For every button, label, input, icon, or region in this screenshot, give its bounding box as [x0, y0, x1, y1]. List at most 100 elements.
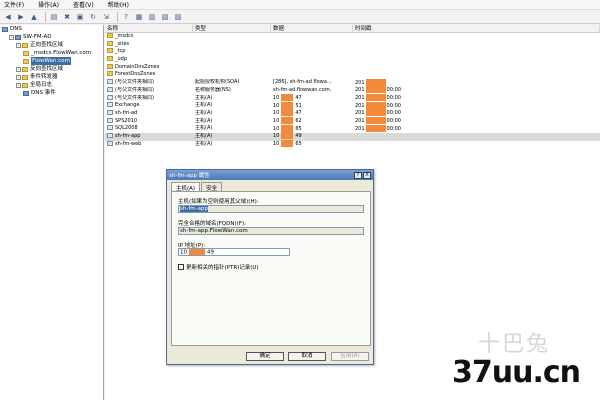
cell-ts-end: 00:00	[386, 95, 401, 101]
cell-name: _udp	[105, 56, 193, 64]
ip-address-field[interactable]: 10 49	[178, 248, 290, 256]
folder-icon	[107, 71, 113, 77]
cell-data-text: 10	[273, 110, 280, 117]
help-button[interactable]: ?	[354, 171, 362, 179]
checkbox-box	[178, 264, 184, 270]
list-row[interactable]: _msdcs	[105, 33, 600, 41]
new-host-icon[interactable]: ▧	[160, 12, 170, 22]
cell-name: DomainDnsZones	[105, 63, 193, 72]
cell-data: [286], sh-fm-ad flowa...	[271, 79, 353, 87]
cell-timestamp: 201 00:00	[353, 124, 600, 134]
menu-item-3[interactable]: 帮助(H)	[108, 0, 129, 9]
cell-name-text: ForestDnsZones	[115, 71, 156, 78]
cell-ts-text: 201	[355, 110, 365, 117]
forward-icon[interactable]: ▶	[16, 12, 26, 22]
tree-item[interactable]: - 条件转发器	[0, 73, 103, 81]
up-icon[interactable]: ▲	[29, 12, 39, 22]
list-row[interactable]: _sites	[105, 40, 600, 49]
cell-data-text: 10	[273, 141, 280, 148]
list-row[interactable]: _udp	[105, 56, 600, 64]
fqdn-field[interactable]: sh-fm-app.FlowWan.com	[178, 227, 364, 235]
tree-item-label: 条件转发器	[30, 74, 58, 80]
expand-toggle-icon[interactable]: -	[16, 66, 21, 72]
tree-item[interactable]: - SW-FM-AD	[0, 33, 103, 41]
cell-type: 主机(A)	[195, 94, 213, 101]
menu-item-0[interactable]: 文件(F)	[4, 0, 24, 9]
ip-octet-1: 10	[180, 249, 187, 256]
cell-name: ForestDnsZones	[105, 71, 193, 79]
dialog-titlebar: sh-fm-app 属性 ? X	[167, 170, 373, 180]
expand-toggle-icon[interactable]: -	[16, 74, 21, 80]
tree-item[interactable]: - 反向查找区域	[0, 65, 103, 73]
redaction-mask	[365, 109, 386, 117]
list-row[interactable]: sh-fm-web 主机(A) 10 65	[105, 140, 600, 149]
close-button[interactable]: X	[363, 171, 371, 179]
properties-dialog: sh-fm-app 属性 ? X 主机(A) 安全 主机(如果为空则使用其父域)…	[166, 169, 374, 365]
column-header-timestamp[interactable]: 时间戳	[353, 25, 600, 32]
toolbar-separator	[45, 11, 46, 22]
expand-toggle-icon[interactable]: -	[16, 82, 21, 88]
menu-item-2[interactable]: 查看(V)	[73, 0, 94, 9]
new-record-icon[interactable]: ▦	[134, 12, 144, 22]
properties-icon[interactable]: ▣	[75, 12, 85, 22]
cell-name: _msdcs	[105, 33, 193, 41]
tree-item[interactable]: DNS 事件	[0, 89, 103, 97]
tree-item[interactable]: DNS	[0, 25, 103, 33]
cell-data-end: 62	[295, 118, 302, 125]
cell-ts-text: 201	[355, 95, 365, 101]
ptr-checkbox[interactable]: 更新相关的指针(PTR)记录(U)	[178, 263, 259, 271]
show-tree-icon[interactable]: ▤	[49, 12, 59, 22]
folder-icon	[22, 42, 28, 48]
ok-button[interactable]: 确定	[246, 352, 284, 361]
list-header: 名称 类型 数据 时间戳	[105, 25, 600, 33]
apply-button[interactable]: 应用(A)	[331, 352, 369, 361]
record-icon	[107, 140, 113, 146]
tree-item-label: SW-FM-AD	[23, 34, 52, 40]
cell-type: 起始授权机构(SOA)	[195, 79, 240, 86]
cell-data: 10 65	[271, 140, 353, 149]
new-zone-icon[interactable]: ▥	[147, 12, 157, 22]
list-row[interactable]: _tcp	[105, 48, 600, 56]
tree-item-label: _msdcs.FlowWan.com	[31, 50, 92, 56]
redaction-mask	[281, 101, 294, 109]
host-field[interactable]: sh-fm-app	[178, 205, 364, 213]
tree-item[interactable]: FlowWan.com	[0, 57, 103, 65]
new-alias-icon[interactable]: ▨	[173, 12, 183, 22]
tree-item[interactable]: - 正向查找区域	[0, 41, 103, 49]
cell-ts-text: 201	[355, 102, 365, 109]
delete-icon[interactable]: ✖	[62, 12, 72, 22]
cancel-button[interactable]: 取消	[288, 352, 326, 361]
cell-name: _sites	[105, 40, 193, 49]
refresh-icon[interactable]: ↻	[88, 12, 98, 22]
fqdn-label: 完全合格的域名(FQDN)(F):	[178, 221, 246, 227]
cell-data-end: 65	[295, 141, 302, 148]
back-icon[interactable]: ◀	[3, 12, 13, 22]
help-icon[interactable]: ?	[121, 12, 131, 22]
cell-ts-end: 00:00	[386, 125, 401, 132]
export-icon[interactable]: ⇲	[101, 12, 111, 22]
menu-item-1[interactable]: 操作(A)	[38, 0, 59, 9]
column-header-type[interactable]: 类型	[193, 25, 271, 32]
redaction-mask	[281, 117, 294, 125]
cell-name: sh-fm-web	[105, 140, 193, 149]
redaction-mask	[365, 101, 386, 109]
watermark-text: 37uu.cn	[452, 355, 581, 390]
list-row[interactable]: DomainDnsZones	[105, 63, 600, 72]
tree-item[interactable]: _msdcs.FlowWan.com	[0, 49, 103, 57]
expand-toggle-icon[interactable]: -	[9, 34, 14, 40]
folder-icon	[107, 56, 113, 62]
cell-data-text: 10	[273, 125, 280, 132]
host-label: 主机(如果为空则使用其父域)(H):	[178, 199, 259, 205]
tree-item-label: 反向查找区域	[30, 66, 64, 72]
expand-toggle-icon[interactable]: -	[16, 42, 21, 48]
cell-type: 主机(A)	[195, 140, 213, 147]
cell-name: (与父文件夹相同)	[105, 79, 193, 87]
redaction-mask	[189, 249, 205, 255]
tree-item[interactable]: - 全局日志	[0, 81, 103, 89]
column-header-name[interactable]: 名称	[105, 25, 193, 32]
toolbar-separator	[117, 11, 118, 22]
column-header-data[interactable]: 数据	[271, 25, 353, 32]
cell-ts-text: 201	[355, 87, 365, 94]
cell-ts-text: 201	[355, 79, 365, 86]
cell-data-end: 47	[295, 95, 302, 101]
